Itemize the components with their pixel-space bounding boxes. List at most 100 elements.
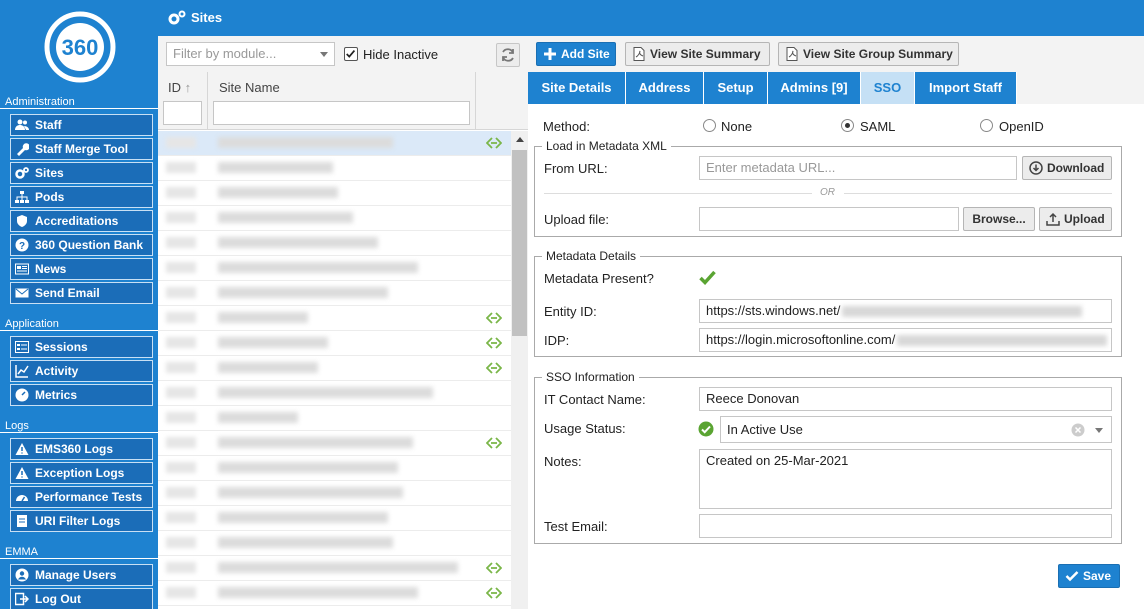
pdf-icon bbox=[633, 47, 645, 61]
link-icon[interactable] bbox=[486, 437, 502, 449]
table-row[interactable] bbox=[158, 381, 511, 406]
table-row[interactable] bbox=[158, 331, 511, 356]
sidebar-section-administration: Administration Staff Staff Merge Tool Si… bbox=[0, 96, 158, 304]
sidebar-item-label: Log Out bbox=[35, 592, 81, 606]
upload-button[interactable]: Upload bbox=[1039, 207, 1112, 231]
link-icon[interactable] bbox=[486, 312, 502, 324]
sidebar-item-label: 360 Question Bank bbox=[35, 238, 144, 252]
table-row[interactable] bbox=[158, 531, 511, 556]
notes-textarea[interactable]: Created on 25-Mar-2021 bbox=[699, 449, 1112, 509]
link-icon[interactable] bbox=[486, 562, 502, 574]
link-icon[interactable] bbox=[486, 137, 502, 149]
table-row[interactable] bbox=[158, 156, 511, 181]
tab-address[interactable]: Address bbox=[626, 72, 704, 104]
question-icon: ? bbox=[15, 238, 29, 252]
table-row[interactable] bbox=[158, 256, 511, 281]
module-filter-select[interactable]: Filter by module... bbox=[166, 42, 335, 66]
redacted-site-name bbox=[218, 337, 328, 348]
tab-site-details[interactable]: Site Details bbox=[528, 72, 626, 104]
sidebar-item-ems360-logs[interactable]: EMS360 Logs bbox=[10, 438, 153, 460]
link-icon[interactable] bbox=[486, 362, 502, 374]
table-row[interactable] bbox=[158, 456, 511, 481]
link-icon[interactable] bbox=[486, 587, 502, 599]
table-row[interactable] bbox=[158, 181, 511, 206]
table-row[interactable] bbox=[158, 356, 511, 381]
gears-icon bbox=[168, 10, 186, 25]
sidebar-item-staff-merge-tool[interactable]: Staff Merge Tool bbox=[10, 138, 153, 160]
table-row[interactable] bbox=[158, 581, 511, 606]
sidebar-item-sessions[interactable]: Sessions bbox=[10, 336, 153, 358]
redacted-id bbox=[166, 512, 196, 523]
grid-scrollbar[interactable] bbox=[511, 131, 528, 609]
metadata-url-input[interactable]: Enter metadata URL... bbox=[699, 156, 1017, 180]
from-url-label: From URL: bbox=[544, 161, 608, 176]
it-contact-name-input[interactable]: Reece Donovan bbox=[699, 387, 1112, 411]
redacted-site-name bbox=[218, 537, 393, 548]
idp-input[interactable]: https://login.microsoftonline.com/ bbox=[699, 328, 1112, 352]
table-row[interactable] bbox=[158, 506, 511, 531]
sidebar-item-log-out[interactable]: Log Out bbox=[10, 588, 153, 609]
table-row[interactable] bbox=[158, 231, 511, 256]
redacted-site-name bbox=[218, 362, 318, 373]
sidebar-item-activity[interactable]: Activity bbox=[10, 360, 153, 382]
scrollbar-thumb[interactable] bbox=[512, 150, 527, 336]
redacted-site-name bbox=[218, 212, 353, 223]
tab-setup[interactable]: Setup bbox=[704, 72, 768, 104]
sidebar-item-label: Exception Logs bbox=[35, 466, 125, 480]
sidebar-item-pods[interactable]: Pods bbox=[10, 186, 153, 208]
add-site-button[interactable]: Add Site bbox=[536, 42, 616, 66]
table-row[interactable] bbox=[158, 431, 511, 456]
sidebar-item-accreditations[interactable]: Accreditations bbox=[10, 210, 153, 232]
redacted-site-name bbox=[218, 412, 298, 423]
table-row[interactable] bbox=[158, 281, 511, 306]
sidebar-item-send-email[interactable]: Send Email bbox=[10, 282, 153, 304]
hide-inactive-checkbox[interactable] bbox=[344, 47, 358, 61]
redacted-id bbox=[166, 562, 196, 573]
column-header-site-name[interactable]: Site Name bbox=[219, 80, 280, 95]
id-filter-input[interactable] bbox=[163, 101, 202, 125]
sidebar-item-performance-tests[interactable]: Performance Tests bbox=[10, 486, 153, 508]
sidebar-heading: EMMA bbox=[0, 546, 158, 559]
table-row[interactable] bbox=[158, 406, 511, 431]
tab-admins[interactable]: Admins [9] bbox=[768, 72, 861, 104]
sidebar-item-staff[interactable]: Staff bbox=[10, 114, 153, 136]
table-row[interactable] bbox=[158, 306, 511, 331]
sidebar-item-metrics[interactable]: Metrics bbox=[10, 384, 153, 406]
method-saml-radio[interactable] bbox=[841, 119, 854, 132]
page-title: Sites bbox=[191, 10, 223, 25]
sidebar-heading: Logs bbox=[0, 420, 158, 433]
view-site-summary-button[interactable]: View Site Summary bbox=[625, 42, 770, 66]
entity-id-input[interactable]: https://sts.windows.net/ bbox=[699, 299, 1112, 323]
upload-file-label: Upload file: bbox=[544, 212, 610, 227]
clear-icon[interactable] bbox=[1071, 423, 1085, 437]
site-name-filter-input[interactable] bbox=[213, 101, 470, 125]
sitemap-icon bbox=[15, 191, 29, 203]
table-row[interactable] bbox=[158, 556, 511, 581]
scroll-up-icon[interactable] bbox=[516, 137, 524, 142]
sidebar-item-sites[interactable]: Sites bbox=[10, 162, 153, 184]
column-header-id[interactable]: ID ↑ bbox=[168, 80, 191, 95]
tab-sso[interactable]: SSO bbox=[861, 72, 915, 104]
method-openid-radio[interactable] bbox=[980, 119, 993, 132]
sidebar-item-exception-logs[interactable]: Exception Logs bbox=[10, 462, 153, 484]
test-email-input[interactable] bbox=[699, 514, 1112, 538]
table-row[interactable] bbox=[158, 131, 511, 156]
save-button[interactable]: Save bbox=[1058, 564, 1120, 588]
sidebar-item-uri-filter-logs[interactable]: URI Filter Logs bbox=[10, 510, 153, 532]
it-contact-name-label: IT Contact Name: bbox=[544, 392, 646, 407]
usage-status-select[interactable]: In Active Use bbox=[720, 416, 1112, 443]
table-row[interactable] bbox=[158, 206, 511, 231]
sidebar-item-news[interactable]: News bbox=[10, 258, 153, 280]
view-site-group-summary-button[interactable]: View Site Group Summary bbox=[778, 42, 959, 66]
sidebar-item-manage-users[interactable]: Manage Users bbox=[10, 564, 153, 586]
method-none-radio[interactable] bbox=[703, 119, 716, 132]
sidebar-item-360-question-bank[interactable]: ? 360 Question Bank bbox=[10, 234, 153, 256]
check-icon bbox=[1065, 571, 1079, 582]
table-row[interactable] bbox=[158, 481, 511, 506]
upload-file-input[interactable] bbox=[699, 207, 959, 231]
link-icon[interactable] bbox=[486, 337, 502, 349]
tab-import-staff[interactable]: Import Staff bbox=[915, 72, 1017, 104]
browse-button[interactable]: Browse... bbox=[963, 207, 1035, 231]
download-button[interactable]: Download bbox=[1022, 156, 1112, 180]
refresh-button[interactable] bbox=[496, 43, 520, 67]
